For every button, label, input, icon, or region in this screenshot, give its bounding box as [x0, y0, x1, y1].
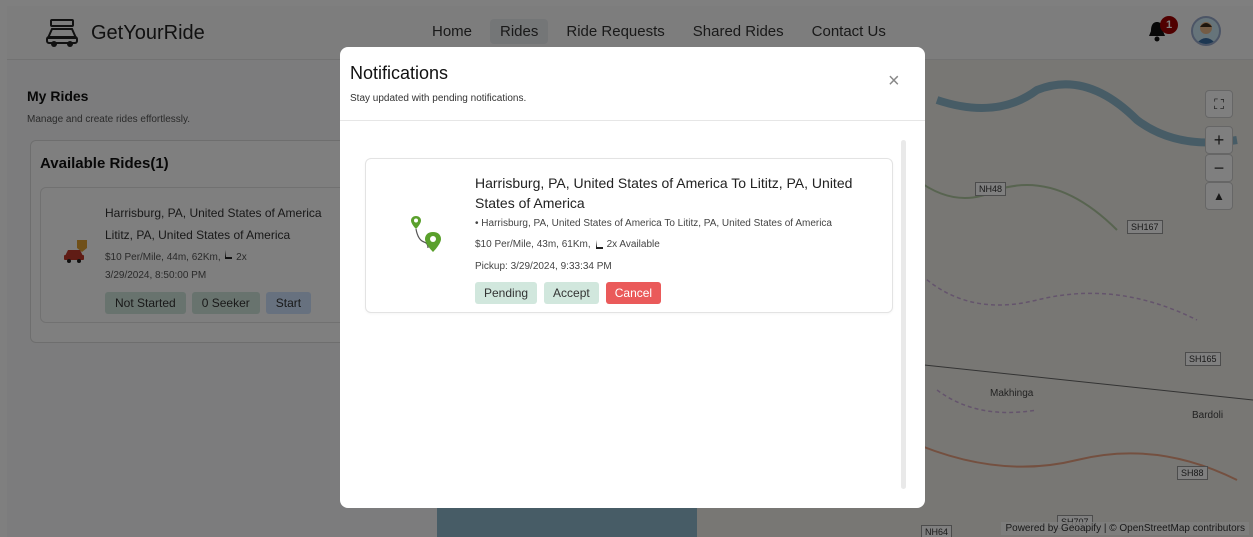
notification-route: • Harrisburg, PA, United States of Ameri…: [475, 218, 832, 229]
notification-actions: Pending Accept Cancel: [475, 282, 662, 304]
modal-title: Notifications: [350, 63, 449, 83]
notification-details: $10 Per/Mile, 43m, 61Km, 2x Available: [475, 239, 660, 250]
notification-card: Harrisburg, PA, United States of America…: [365, 158, 893, 313]
pending-badge: Pending: [475, 282, 538, 304]
notification-pickup: Pickup: 3/29/2024, 9:33:34 PM: [475, 261, 612, 272]
notification-title: Harrisburg, PA, United States of America…: [475, 175, 853, 211]
notification-availability: 2x Available: [606, 239, 660, 250]
cancel-button[interactable]: Cancel: [605, 282, 662, 304]
seat-icon: [595, 239, 603, 249]
route-pin-icon: [411, 216, 441, 252]
notification-price: $10 Per/Mile, 43m, 61Km,: [475, 239, 591, 250]
accept-button[interactable]: Accept: [544, 282, 599, 304]
notifications-modal: Notifications Stay updated with pending …: [340, 47, 925, 508]
close-icon[interactable]: ×: [888, 71, 900, 91]
modal-divider: [340, 120, 925, 121]
modal-subtitle: Stay updated with pending notifications.: [350, 93, 527, 104]
modal-scrollbar[interactable]: [901, 140, 906, 489]
